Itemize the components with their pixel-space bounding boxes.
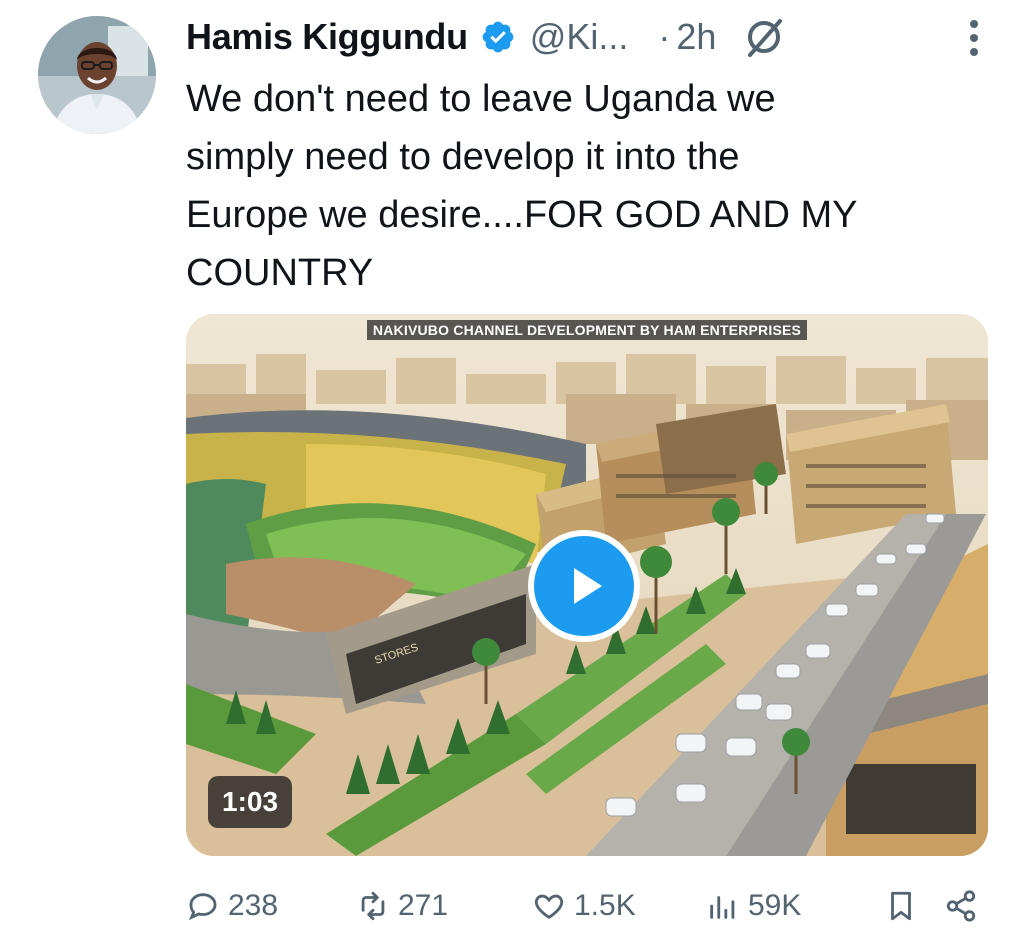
repost-button[interactable]: 271	[356, 880, 448, 932]
separator-dot: ·	[658, 16, 671, 57]
heart-icon	[534, 894, 564, 919]
views-chart-icon	[710, 896, 735, 919]
more-options-icon[interactable]	[966, 16, 982, 60]
video-caption: NAKIVUBO CHANNEL DEVELOPMENT BY HAM ENTE…	[186, 320, 988, 340]
profile-photo	[38, 16, 156, 134]
like-count: 1.5K	[574, 889, 636, 922]
play-icon	[574, 568, 602, 604]
reply-count: 238	[228, 889, 279, 922]
author-name[interactable]: Hamis Kiggundu	[186, 16, 468, 58]
verified-badge-icon	[482, 21, 514, 53]
share-button[interactable]	[944, 880, 978, 932]
caption-text: NAKIVUBO CHANNEL DEVELOPMENT BY HAM ENTE…	[366, 320, 808, 340]
repost-count: 271	[398, 889, 449, 922]
tweet-header: Hamis Kiggundu @Ki... · 2h	[186, 12, 986, 62]
like-button[interactable]: 1.5K	[532, 880, 636, 932]
tweet-text: We don't need to leave Uganda we simply …	[186, 78, 858, 294]
video-duration: 1:03	[208, 776, 293, 828]
reply-icon	[189, 893, 217, 921]
share-icon	[946, 890, 976, 922]
view-count: 59K	[748, 889, 802, 922]
play-button[interactable]	[528, 530, 640, 642]
avatar[interactable]	[38, 16, 156, 134]
action-bar: 238 271 1.5K 59K	[186, 880, 986, 932]
timestamp[interactable]: 2h	[676, 16, 716, 58]
bookmark-button[interactable]	[884, 880, 918, 932]
author-handle[interactable]: @Ki...	[530, 16, 629, 58]
repost-icon	[361, 891, 385, 921]
reply-button[interactable]: 238	[186, 880, 278, 932]
grok-icon[interactable]	[742, 15, 786, 59]
video-player[interactable]: STORES NAKIVUBO CHANNEL DEVELOPMENT BY H…	[186, 314, 988, 856]
bookmark-icon	[891, 891, 911, 921]
views-button[interactable]: 59K	[706, 880, 801, 932]
